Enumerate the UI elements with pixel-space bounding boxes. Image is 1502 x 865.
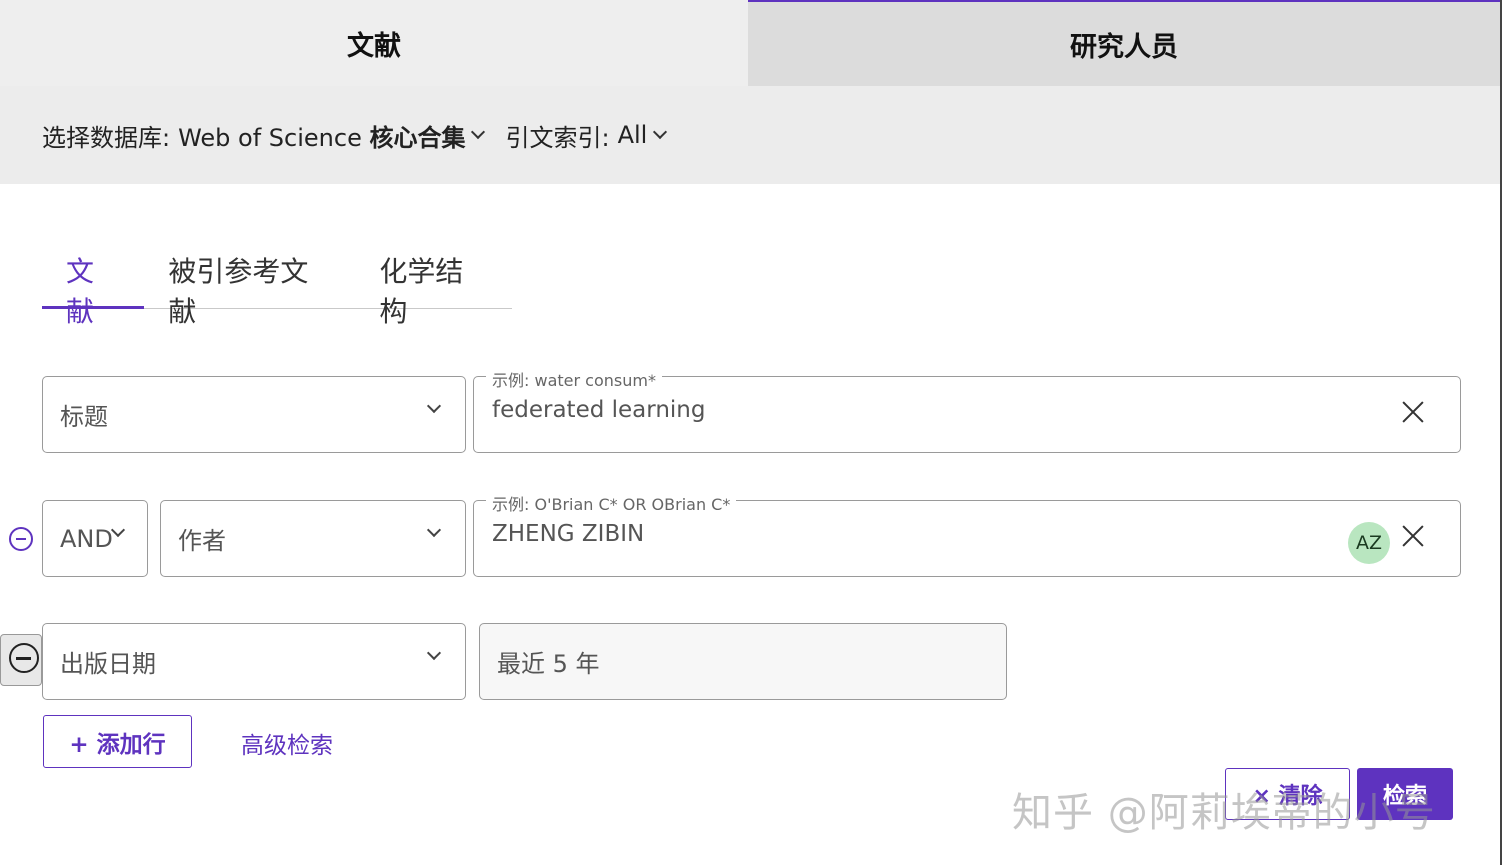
- close-icon[interactable]: [1400, 523, 1426, 549]
- citation-index-value: All: [617, 121, 648, 149]
- search-type-tabs: 文献 被引参考文献 化学结构: [42, 240, 512, 328]
- operator-label: AND: [60, 524, 113, 553]
- field-select-title[interactable]: 标题: [42, 376, 466, 453]
- chevron-down-icon: [426, 398, 442, 414]
- field-select-publication-date[interactable]: 出版日期: [42, 623, 466, 700]
- database-selector[interactable]: 选择数据库: Web of Science 核心合集: [42, 118, 486, 153]
- input-value: federated learning: [492, 397, 706, 423]
- date-range-value: 最近 5 年: [497, 650, 600, 678]
- tab-researchers[interactable]: 研究人员: [748, 0, 1500, 86]
- chevron-down-icon: [653, 124, 668, 140]
- add-row-button[interactable]: + 添加行: [43, 715, 192, 768]
- watermark: 知乎 @阿莉埃蒂的小号: [1012, 790, 1436, 836]
- minus-circle-icon: [9, 643, 39, 673]
- database-value: Web of Science 核心合集: [178, 118, 465, 153]
- tab-chemical-structure[interactable]: 化学结构: [355, 240, 512, 328]
- advanced-search-link[interactable]: 高级检索: [241, 726, 333, 760]
- field-select-label: 标题: [60, 403, 108, 431]
- tab-documents[interactable]: 文献: [0, 0, 748, 86]
- citation-index-label: 引文索引:: [505, 123, 610, 152]
- boolean-operator-select[interactable]: AND: [42, 500, 148, 577]
- database-value-prefix: Web of Science: [178, 123, 362, 152]
- search-input-title[interactable]: 示例: water consum* federated learning: [473, 367, 1461, 453]
- tab-cited-references[interactable]: 被引参考文献: [144, 240, 355, 328]
- chevron-down-icon: [110, 522, 126, 538]
- input-example-label: 示例: O'Brian C* OR OBrian C*: [486, 491, 737, 515]
- chevron-down-icon: [471, 124, 486, 140]
- field-select-label: 作者: [178, 527, 226, 555]
- citation-index-selector[interactable]: 引文索引: All: [505, 118, 668, 153]
- input-value: ZHENG ZIBIN: [492, 521, 645, 547]
- chevron-down-icon: [426, 522, 442, 538]
- database-value-bold: 核心合集: [369, 123, 466, 152]
- field-select-label: 出版日期: [60, 650, 156, 678]
- author-index-icon[interactable]: AZ: [1348, 522, 1390, 564]
- remove-row-icon[interactable]: [9, 527, 33, 551]
- date-range-select[interactable]: 最近 5 年: [479, 623, 1007, 700]
- top-tab-bar: 文献 研究人员: [0, 0, 1502, 86]
- database-label: 选择数据库:: [42, 123, 171, 152]
- close-icon[interactable]: [1400, 399, 1426, 425]
- search-input-author[interactable]: 示例: O'Brian C* OR OBrian C* ZHENG ZIBIN …: [473, 491, 1461, 577]
- field-select-author[interactable]: 作者: [160, 500, 466, 577]
- database-bar: 选择数据库: Web of Science 核心合集 引文索引: All: [0, 86, 1500, 184]
- remove-row-button[interactable]: [0, 634, 42, 686]
- input-example-label: 示例: water consum*: [486, 367, 662, 391]
- tab-documents-search[interactable]: 文献: [42, 240, 145, 328]
- chevron-down-icon: [426, 645, 442, 661]
